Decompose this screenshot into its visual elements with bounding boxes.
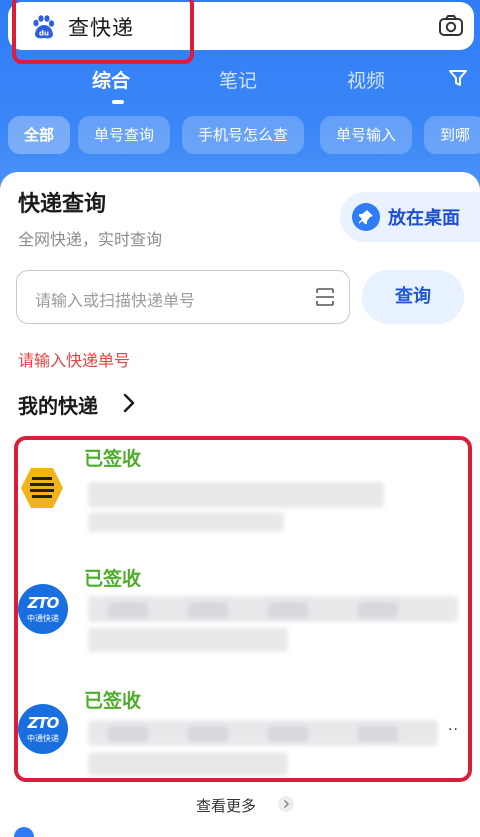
error-message: 请输入快递单号	[18, 351, 131, 370]
my-packages-title[interactable]: 我的快递	[18, 390, 98, 419]
chip-phone-lookup[interactable]: 手机号怎么查	[182, 116, 305, 154]
chip-number-input[interactable]: 单号输入	[320, 116, 413, 154]
view-more-link[interactable]: 查看更多	[196, 795, 256, 816]
tab-video[interactable]: 视频	[347, 66, 385, 93]
card-title: 快递查询	[18, 192, 107, 217]
pin-label: 放在桌面	[388, 208, 460, 229]
tab-notes[interactable]: 笔记	[219, 66, 257, 93]
tracking-placeholder: 请输入或扫描快递单号	[35, 291, 196, 310]
scan-icon[interactable]	[315, 287, 335, 307]
pin-icon	[352, 203, 380, 231]
chip-where[interactable]: 到哪	[424, 116, 480, 154]
active-tab-indicator	[112, 100, 124, 104]
pin-to-desktop-button[interactable]: 放在桌面	[340, 192, 480, 242]
chip-all[interactable]: 全部	[8, 116, 71, 154]
tracking-number-input[interactable]: 请输入或扫描快递单号	[16, 270, 350, 324]
tab-comprehensive[interactable]: 综合	[92, 66, 130, 93]
camera-icon[interactable]	[438, 14, 464, 38]
chevron-right-icon[interactable]	[122, 392, 136, 414]
chip-tracking-number[interactable]: 单号查询	[78, 116, 171, 154]
query-button[interactable]: 查询	[362, 270, 464, 324]
filter-chips: 全部 单号查询 手机号怎么查 单号输入 到哪	[0, 116, 480, 156]
view-more-chevron-icon[interactable]	[278, 796, 294, 812]
filter-icon[interactable]	[448, 68, 468, 88]
search-highlight-box	[12, 0, 194, 64]
result-tabs: 综合 笔记 视频	[0, 62, 480, 110]
card-subtitle: 全网快递，实时查询	[18, 230, 163, 249]
packages-highlight-box	[14, 436, 472, 782]
